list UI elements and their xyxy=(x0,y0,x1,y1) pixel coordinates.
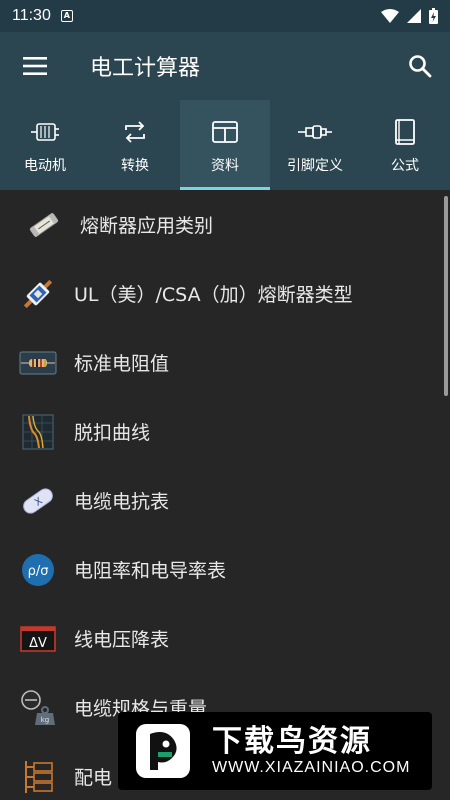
tab-formula-label: 公式 xyxy=(391,158,419,174)
list-item-label: 配电 xyxy=(74,767,113,789)
tab-pinout-label: 引脚定义 xyxy=(287,158,343,174)
watermark-banner: 下载鸟资源 WWW.XIAZAINIAO.COM xyxy=(118,712,432,790)
table-icon xyxy=(212,121,238,143)
bird-logo-icon xyxy=(136,724,190,778)
list-item-label: 电缆电抗表 xyxy=(74,491,170,513)
list-item-trip-curve[interactable]: 脱扣曲线 xyxy=(0,397,450,466)
motor-icon xyxy=(31,123,59,141)
watermark-title: 下载鸟资源 xyxy=(212,724,372,759)
voltage-drop-icon-text: ΔV xyxy=(29,636,47,651)
svg-text:kg: kg xyxy=(41,716,50,724)
page-title: 电工计算器 xyxy=(90,56,201,81)
tab-motor[interactable]: 电动机 xyxy=(0,100,90,190)
search-icon xyxy=(409,55,432,78)
list-item-label: 电阻率和电导率表 xyxy=(74,560,227,582)
list-item-label: 脱扣曲线 xyxy=(74,422,151,444)
ul-fuse-icon xyxy=(23,279,53,308)
list-item-fuse-category[interactable]: 熔断器应用类别 xyxy=(0,190,450,259)
convert-icon xyxy=(125,121,145,143)
menu-button[interactable] xyxy=(0,32,70,100)
connector-icon xyxy=(298,125,332,139)
list-item-label: 熔断器应用类别 xyxy=(80,215,214,237)
wifi-icon xyxy=(381,9,399,23)
tab-bar: 电动机 转换 资料 引脚定义 公式 xyxy=(0,100,450,190)
list-item-label: 标准电阻值 xyxy=(74,353,170,375)
tab-convert[interactable]: 转换 xyxy=(90,100,180,190)
app-bar: 电工计算器 xyxy=(0,32,450,100)
cable-reactance-icon: X xyxy=(23,487,53,514)
fuse-icon xyxy=(29,212,59,237)
hamburger-menu-icon xyxy=(23,57,47,75)
list-scrollbar[interactable] xyxy=(444,196,448,396)
watermark-url: WWW.XIAZAINIAO.COM xyxy=(212,759,411,776)
tab-pinout[interactable]: 引脚定义 xyxy=(270,100,360,190)
tab-data[interactable]: 资料 xyxy=(180,100,270,190)
trip-curve-icon xyxy=(22,414,54,449)
distribution-icon xyxy=(25,760,53,793)
signal-icon xyxy=(407,9,421,23)
book-icon xyxy=(395,119,415,145)
list-item-voltage-drop[interactable]: ΔV 线电压降表 xyxy=(0,604,450,673)
resistivity-icon: ρ/σ xyxy=(22,553,54,586)
list-item-label: 线电压降表 xyxy=(74,629,170,651)
data-list: 熔断器应用类别 UL（美）/CSA（加）熔断器类型 标准电阻值 脱扣曲线 X 电… xyxy=(0,190,450,800)
battery-charging-icon xyxy=(429,8,438,24)
list-item-resistor-values[interactable]: 标准电阻值 xyxy=(0,328,450,397)
list-item-resistivity[interactable]: ρ/σ 电阻率和电导率表 xyxy=(0,535,450,604)
cable-weight-icon: kg xyxy=(21,689,55,725)
voltage-drop-icon: ΔV xyxy=(20,625,56,652)
status-time: 11:30 xyxy=(12,7,51,24)
notification-badge: A xyxy=(60,10,73,22)
tab-formula[interactable]: 公式 xyxy=(360,100,450,190)
search-button[interactable] xyxy=(390,32,450,100)
list-item-ul-csa-fuse[interactable]: UL（美）/CSA（加）熔断器类型 xyxy=(0,259,450,328)
tab-motor-label: 电动机 xyxy=(24,158,66,174)
resistor-icon xyxy=(19,351,57,374)
list-item-cable-reactance[interactable]: X 电缆电抗表 xyxy=(0,466,450,535)
tab-convert-label: 转换 xyxy=(121,158,149,174)
tab-data-label: 资料 xyxy=(211,158,239,174)
list-item-label: UL（美）/CSA（加）熔断器类型 xyxy=(74,284,353,306)
status-bar: 11:30 A xyxy=(0,0,450,32)
resistivity-icon-text: ρ/σ xyxy=(28,564,49,579)
